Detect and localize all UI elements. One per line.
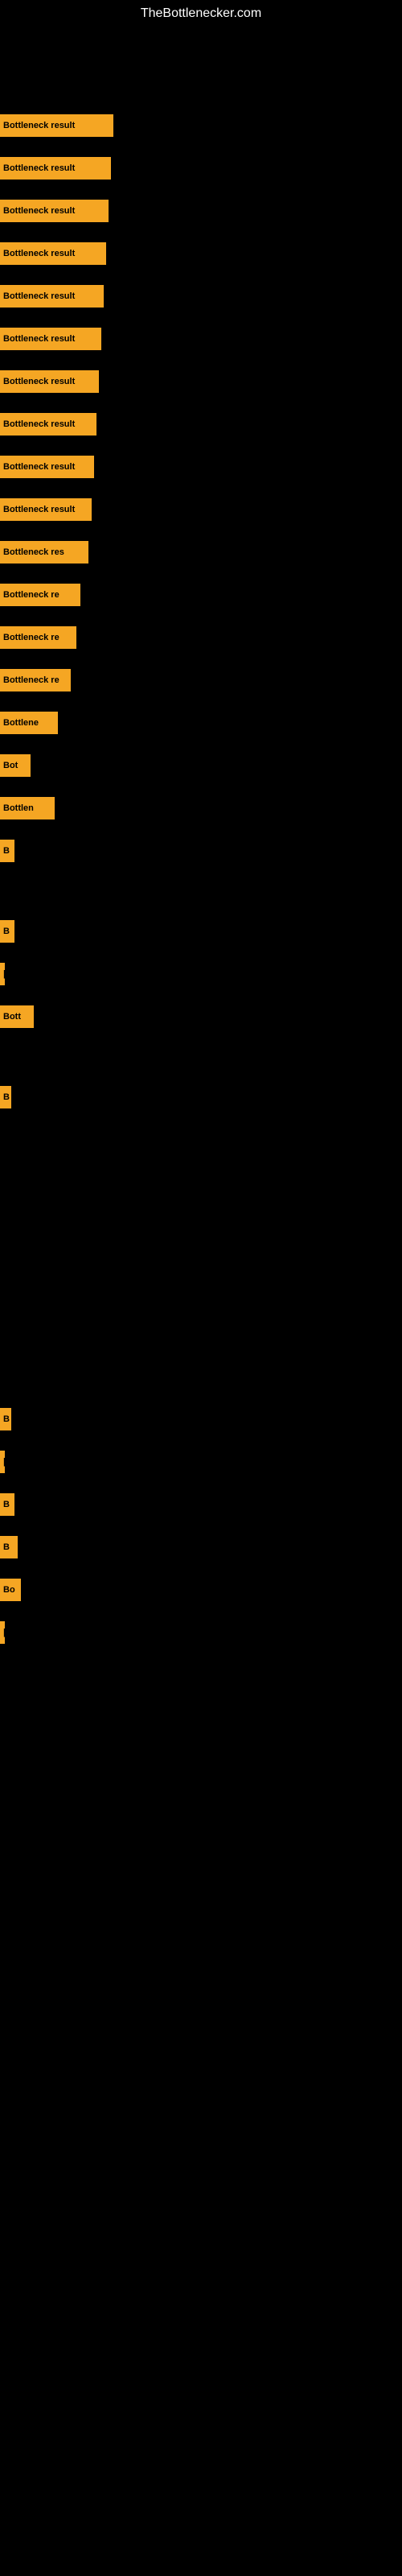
bar-row-16: Bot	[0, 754, 31, 777]
bottleneck-bar[interactable]: Bottleneck result	[0, 200, 109, 222]
bar-row-14: Bottleneck re	[0, 669, 71, 691]
bottleneck-bar[interactable]: B	[0, 920, 14, 943]
bottleneck-bar[interactable]: Bottleneck result	[0, 498, 92, 521]
bar-row-18: B	[0, 840, 14, 862]
bar-label: Bottleneck result	[3, 462, 75, 472]
bar-row-20: |	[0, 963, 5, 985]
bar-row-8: Bottleneck result	[0, 413, 96, 436]
bar-label: Bottleneck result	[3, 249, 75, 258]
bar-row-13: Bottleneck re	[0, 626, 76, 649]
bar-label: |	[3, 1628, 5, 1637]
bar-row-23: B	[0, 1408, 11, 1430]
bar-row-28: |	[0, 1621, 5, 1644]
bar-row-5: Bottleneck result	[0, 285, 104, 308]
bottleneck-bar[interactable]: Bo	[0, 1579, 21, 1601]
bar-row-9: Bottleneck result	[0, 456, 94, 478]
bar-label: |	[3, 969, 5, 979]
bar-label: B	[3, 927, 10, 936]
bar-label: Bottleneck re	[3, 633, 59, 642]
bar-row-17: Bottlen	[0, 797, 55, 819]
bar-label: B	[3, 846, 10, 856]
bottleneck-bar[interactable]: Bot	[0, 754, 31, 777]
bar-row-1: Bottleneck result	[0, 114, 113, 137]
bottleneck-bar[interactable]: B	[0, 1493, 14, 1516]
bar-label: Bottleneck result	[3, 291, 75, 301]
bar-row-27: Bo	[0, 1579, 21, 1601]
bar-label: B	[3, 1414, 10, 1424]
bar-label: Bott	[3, 1012, 21, 1022]
bottleneck-bar[interactable]: Bottleneck result	[0, 328, 101, 350]
bottleneck-bar[interactable]: Bottleneck result	[0, 157, 111, 180]
bottleneck-bar[interactable]: Bottlene	[0, 712, 58, 734]
bottleneck-bar[interactable]: Bottleneck result	[0, 114, 113, 137]
bar-row-7: Bottleneck result	[0, 370, 99, 393]
bar-label: Bottleneck result	[3, 334, 75, 344]
bar-label: Bottleneck result	[3, 377, 75, 386]
bottleneck-bar[interactable]: Bottleneck result	[0, 242, 106, 265]
bar-label: Bottleneck re	[3, 675, 59, 685]
bar-row-10: Bottleneck result	[0, 498, 92, 521]
bottleneck-bar[interactable]: B	[0, 840, 14, 862]
bottleneck-bar[interactable]: Bottleneck res	[0, 541, 88, 564]
bottleneck-bar[interactable]: Bott	[0, 1005, 34, 1028]
bar-row-26: B	[0, 1536, 18, 1558]
bar-label: B	[3, 1542, 10, 1552]
bar-label: |	[3, 1457, 5, 1467]
bottleneck-bar[interactable]: Bottleneck re	[0, 669, 71, 691]
bar-label: B	[3, 1092, 10, 1102]
bar-row-2: Bottleneck result	[0, 157, 111, 180]
site-title: TheBottlenecker.com	[0, 0, 402, 27]
bar-label: Bottleneck result	[3, 121, 75, 130]
bottleneck-bar[interactable]: |	[0, 963, 5, 985]
bar-row-24: |	[0, 1451, 5, 1473]
bar-label: Bottleneck result	[3, 505, 75, 514]
bar-label: Bot	[3, 761, 18, 770]
bar-row-3: Bottleneck result	[0, 200, 109, 222]
bottleneck-bar[interactable]: Bottlen	[0, 797, 55, 819]
bar-row-25: B	[0, 1493, 14, 1516]
bottleneck-bar[interactable]: Bottleneck re	[0, 584, 80, 606]
bar-label: Bottleneck res	[3, 547, 64, 557]
bottleneck-bar[interactable]: Bottleneck result	[0, 413, 96, 436]
bottleneck-bar[interactable]: Bottleneck re	[0, 626, 76, 649]
bar-label: Bo	[3, 1585, 15, 1595]
bottleneck-bar[interactable]: |	[0, 1451, 5, 1473]
bar-label: Bottlene	[3, 718, 39, 728]
bar-label: Bottleneck result	[3, 419, 75, 429]
bottleneck-bar[interactable]: |	[0, 1621, 5, 1644]
bottleneck-bar[interactable]: Bottleneck result	[0, 456, 94, 478]
bar-row-6: Bottleneck result	[0, 328, 101, 350]
bar-row-12: Bottleneck re	[0, 584, 80, 606]
bar-row-4: Bottleneck result	[0, 242, 106, 265]
bar-row-21: Bott	[0, 1005, 34, 1028]
bar-row-15: Bottlene	[0, 712, 58, 734]
bar-row-22: B	[0, 1086, 11, 1108]
bottleneck-bar[interactable]: Bottleneck result	[0, 285, 104, 308]
bottleneck-bar[interactable]: B	[0, 1536, 18, 1558]
bar-label: Bottleneck re	[3, 590, 59, 600]
bar-row-19: B	[0, 920, 14, 943]
bar-label: Bottleneck result	[3, 206, 75, 216]
bottleneck-bar[interactable]: B	[0, 1408, 11, 1430]
bar-label: Bottlen	[3, 803, 34, 813]
bar-row-11: Bottleneck res	[0, 541, 88, 564]
bar-label: B	[3, 1500, 10, 1509]
bar-label: Bottleneck result	[3, 163, 75, 173]
bottleneck-bar[interactable]: Bottleneck result	[0, 370, 99, 393]
bottleneck-bar[interactable]: B	[0, 1086, 11, 1108]
